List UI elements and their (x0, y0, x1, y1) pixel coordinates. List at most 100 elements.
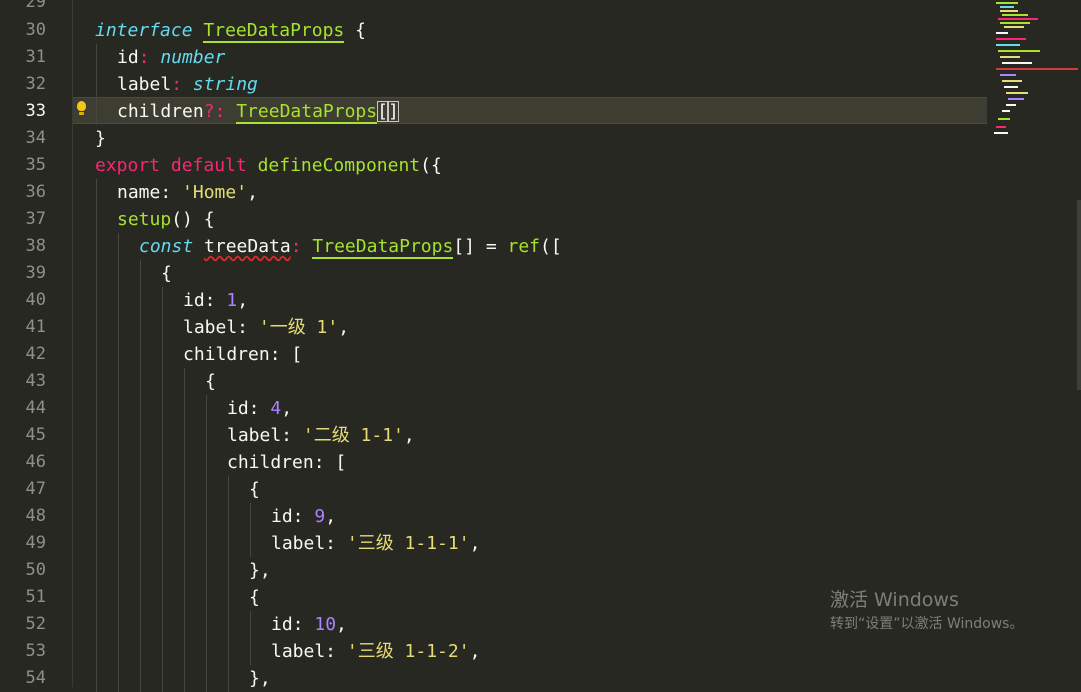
indent-guide (162, 449, 163, 476)
code-line[interactable]: 31 id: number (0, 44, 990, 71)
code-line[interactable]: 48 id: 9, (0, 503, 990, 530)
indent-guide (140, 341, 141, 368)
code-line[interactable]: 53 label: '三级 1-1-2', (0, 638, 990, 665)
indent-guide (140, 638, 141, 665)
code-text[interactable]: { (161, 260, 172, 287)
minimap-line (1000, 6, 1014, 8)
indent-guide (140, 665, 141, 692)
indent-guide (228, 557, 229, 584)
code-text[interactable]: name: 'Home', (117, 179, 258, 206)
code-line[interactable]: 50 }, (0, 557, 990, 584)
code-line[interactable]: 49 label: '三级 1-1-1', (0, 530, 990, 557)
minimap[interactable] (990, 0, 1081, 140)
indent-guide (228, 584, 229, 611)
line-number: 46 (25, 452, 46, 472)
code-text[interactable]: const treeData: TreeDataProps[] = ref([ (139, 233, 562, 260)
code-line[interactable]: 44 id: 4, (0, 395, 990, 422)
minimap-line (994, 132, 1008, 134)
code-line[interactable]: 36 name: 'Home', (0, 179, 990, 206)
code-text[interactable]: export default defineComponent({ (95, 152, 442, 179)
code-line[interactable]: 30 interface TreeDataProps { (0, 17, 990, 44)
code-line[interactable]: 34 } (0, 125, 990, 152)
line-number: 32 (25, 74, 46, 94)
code-text[interactable]: { (249, 476, 260, 503)
code-text[interactable]: id: number (117, 44, 225, 71)
indent-guide (162, 341, 163, 368)
vertical-scrollbar[interactable] (1077, 200, 1081, 390)
indent-guide (228, 611, 229, 638)
code-text[interactable]: id: 10, (271, 611, 347, 638)
indent-guide (250, 611, 251, 638)
code-text[interactable]: children?: TreeDataProps[] (117, 98, 399, 125)
indent-guide (96, 206, 97, 233)
code-text[interactable]: id: 1, (183, 287, 248, 314)
indent-guide (140, 422, 141, 449)
code-text[interactable]: label: '一级 1', (183, 314, 349, 341)
line-number: 47 (25, 479, 46, 499)
code-line[interactable]: 39 { (0, 260, 990, 287)
indent-guide (140, 611, 141, 638)
code-line[interactable]: 32 label: string (0, 71, 990, 98)
line-number: 31 (25, 47, 46, 67)
code-text[interactable]: label: '三级 1-1-2', (271, 638, 480, 665)
code-line[interactable]: 47 { (0, 476, 990, 503)
code-line[interactable]: 29 (0, 0, 990, 16)
code-text[interactable]: label: string (117, 71, 258, 98)
minimap-line (996, 126, 1006, 128)
indent-guide (228, 638, 229, 665)
indent-guide (140, 368, 141, 395)
windows-activation-watermark: 激活 Windows 转到“设置”以激活 Windows。 (830, 588, 1023, 636)
indent-guide (118, 233, 119, 260)
indent-guide (96, 422, 97, 449)
code-text[interactable]: id: 4, (227, 395, 292, 422)
indent-guide (96, 503, 97, 530)
code-text[interactable]: interface TreeDataProps { (95, 17, 366, 44)
code-text[interactable]: children: [ (183, 341, 302, 368)
code-text[interactable]: }, (249, 665, 271, 692)
code-line-current[interactable]: 33 children?: TreeDataProps[] (0, 98, 990, 125)
code-line[interactable]: 38 const treeData: TreeDataProps[] = ref… (0, 233, 990, 260)
indent-guide (96, 638, 97, 665)
line-number: 39 (25, 263, 46, 283)
code-editor[interactable]: 29 30 interface TreeDataProps { 31 id: n… (0, 0, 1081, 692)
indent-guide (206, 611, 207, 638)
minimap-line (998, 118, 1010, 120)
code-text[interactable]: } (95, 125, 106, 152)
indent-guide (162, 368, 163, 395)
code-text[interactable]: label: '二级 1-1', (227, 422, 415, 449)
code-line[interactable]: 42 children: [ (0, 341, 990, 368)
line-number: 29 (25, 0, 46, 12)
indent-guide (184, 638, 185, 665)
indent-guide (162, 584, 163, 611)
code-line[interactable]: 43 { (0, 368, 990, 395)
code-line[interactable]: 45 label: '二级 1-1', (0, 422, 990, 449)
code-line[interactable]: 46 children: [ (0, 449, 990, 476)
indent-guide (118, 476, 119, 503)
indent-guide (140, 449, 141, 476)
code-text[interactable]: }, (249, 557, 271, 584)
indent-guide (162, 314, 163, 341)
code-line[interactable]: 54 }, (0, 665, 990, 692)
indent-guide (118, 449, 119, 476)
code-line[interactable]: 37 setup() { (0, 206, 990, 233)
minimap-line (1004, 26, 1024, 28)
code-text[interactable]: label: '三级 1-1-1', (271, 530, 480, 557)
minimap-line (1004, 86, 1018, 88)
lightbulb-icon[interactable] (77, 101, 86, 115)
code-line[interactable]: 40 id: 1, (0, 287, 990, 314)
indent-guide (140, 584, 141, 611)
code-text[interactable]: id: 9, (271, 503, 336, 530)
code-text[interactable]: setup() { (117, 206, 215, 233)
code-line[interactable]: 35 export default defineComponent({ (0, 152, 990, 179)
minimap-line (996, 68, 1078, 70)
indent-guide (96, 98, 97, 125)
indent-guide (118, 557, 119, 584)
line-number: 33 (25, 101, 46, 121)
line-number: 37 (25, 209, 46, 229)
code-text[interactable]: children: [ (227, 449, 346, 476)
code-text[interactable]: { (205, 368, 216, 395)
code-line[interactable]: 41 label: '一级 1', (0, 314, 990, 341)
line-number: 38 (25, 236, 46, 256)
code-text[interactable]: { (249, 584, 260, 611)
indent-guide (140, 287, 141, 314)
